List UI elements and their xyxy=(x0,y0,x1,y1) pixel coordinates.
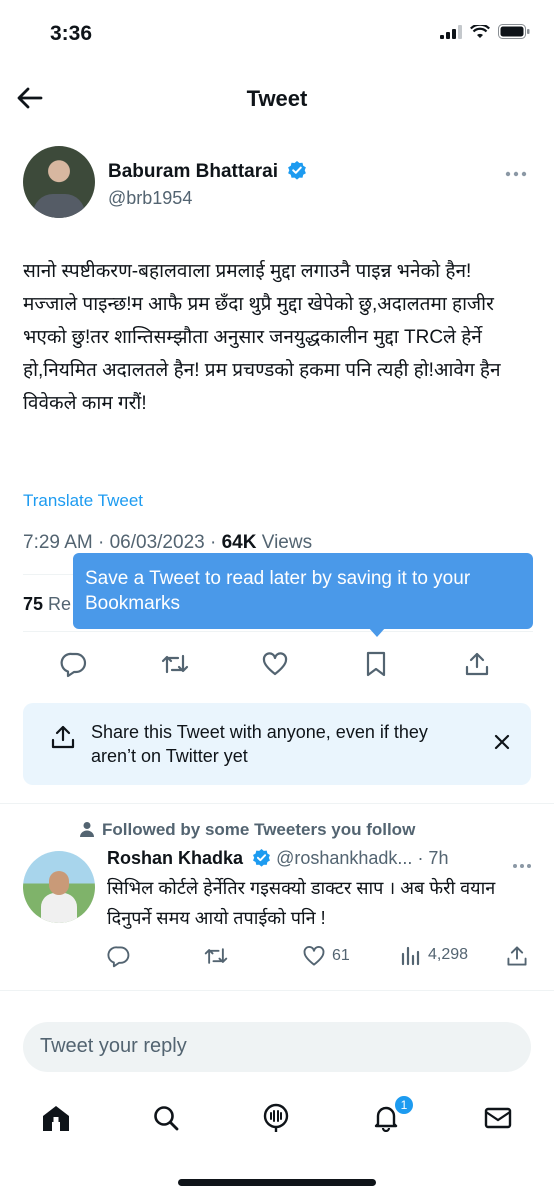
heart-icon xyxy=(262,652,288,676)
close-icon[interactable] xyxy=(493,733,511,751)
reply-header[interactable]: Roshan Khadka @roshankhadk... · 7h xyxy=(107,848,448,869)
reply-views-button[interactable]: 4,298 xyxy=(400,944,468,966)
share-button[interactable] xyxy=(459,646,495,682)
tweet-time: 7:29 AM xyxy=(23,532,93,553)
status-time: 3:36 xyxy=(50,22,93,45)
home-indicator xyxy=(178,1179,376,1186)
tooltip-arrow xyxy=(368,627,386,637)
bookmark-icon xyxy=(366,651,386,677)
status-bar: 3:36 xyxy=(0,0,554,70)
divider xyxy=(23,631,533,632)
views-label: Views xyxy=(261,532,313,553)
bookmark-tooltip[interactable]: Save a Tweet to read later by saving it … xyxy=(73,553,533,629)
mail-icon xyxy=(484,1107,512,1129)
bottom-tab-bar xyxy=(0,1092,554,1144)
tab-messages[interactable] xyxy=(480,1100,516,1136)
tweet-stats-row[interactable]: 75 Re xyxy=(23,594,71,615)
reply-like-count: 61 xyxy=(332,947,350,964)
notifications-badge: 1 xyxy=(393,1094,415,1116)
divider xyxy=(0,990,554,991)
tooltip-text: Save a Tweet to read later by saving it … xyxy=(85,568,471,614)
page-title: Tweet xyxy=(246,86,308,111)
views-count: 64K xyxy=(221,532,257,553)
tab-spaces[interactable] xyxy=(258,1100,294,1136)
reply-input[interactable]: Tweet your reply xyxy=(40,1035,187,1058)
retweets-count[interactable]: 75 xyxy=(23,594,43,614)
reply-time: · 7h xyxy=(417,848,449,868)
tweet-date: 06/03/2023 xyxy=(109,532,205,553)
status-icons xyxy=(440,24,530,39)
top-header: Tweet xyxy=(0,70,554,128)
reply-views-count: 4,298 xyxy=(428,946,469,963)
divider xyxy=(0,803,554,804)
reply-more-button[interactable] xyxy=(512,856,532,874)
reply-icon xyxy=(60,652,87,678)
reply-share-button[interactable] xyxy=(505,944,529,968)
retweet-icon xyxy=(161,654,189,674)
more-dots-icon xyxy=(513,864,531,868)
home-icon xyxy=(43,1106,69,1131)
spaces-mic-icon xyxy=(263,1103,289,1132)
share-prompt-card[interactable]: Share this Tweet with anyone, even if th… xyxy=(23,703,531,785)
more-dots-icon xyxy=(505,171,527,177)
author-handle[interactable]: @brb1954 xyxy=(108,188,192,209)
social-context: Followed by some Tweeters you follow xyxy=(80,820,415,842)
verified-badge-icon xyxy=(288,161,307,180)
tweet-text: सानो स्पष्टीकरण-बहालवाला प्रमलाई मुद्दा … xyxy=(23,261,501,414)
author-name[interactable]: Baburam Bhattarai xyxy=(108,161,278,182)
share-prompt-text: Share this Tweet with anyone, even if th… xyxy=(91,722,428,766)
tweet-author: Baburam Bhattarai @brb1954 xyxy=(23,146,533,226)
like-button[interactable] xyxy=(257,646,293,682)
reply-reply-button[interactable] xyxy=(107,944,131,968)
reply-like-button[interactable]: 61 xyxy=(302,944,350,968)
heart-icon xyxy=(303,945,325,966)
more-options-button[interactable] xyxy=(505,164,527,177)
reply-actions: 61 4,298 xyxy=(107,944,527,974)
person-icon xyxy=(80,822,94,837)
cellular-signal-icon xyxy=(440,24,462,39)
author-name-row[interactable]: Baburam Bhattarai xyxy=(108,160,307,183)
share-icon xyxy=(507,946,527,966)
retweet-icon xyxy=(204,948,228,964)
share-icon xyxy=(465,652,489,676)
reply-icon xyxy=(107,946,130,968)
reply-button[interactable] xyxy=(56,646,92,682)
reply-text: सिभिल कोर्टले हेर्नेतिर गइसक्यो डाक्टर स… xyxy=(107,878,496,928)
tweet-timestamp-row: 7:29 AM · 06/03/2023 · 64K Views xyxy=(23,532,313,553)
search-icon xyxy=(154,1106,179,1131)
author-avatar[interactable] xyxy=(23,146,95,218)
share-icon xyxy=(51,725,75,749)
wifi-icon xyxy=(470,24,490,38)
social-context-text: Followed by some Tweeters you follow xyxy=(102,820,416,839)
reply-author-avatar[interactable] xyxy=(23,851,95,923)
reply-author-handle[interactable]: @roshankhadk... xyxy=(276,848,412,868)
retweets-label[interactable]: Re xyxy=(48,594,71,614)
translate-tweet-link[interactable]: Translate Tweet xyxy=(23,491,143,511)
tweet-actions xyxy=(0,646,554,682)
verified-badge-icon xyxy=(253,848,271,867)
reply-retweet-button[interactable] xyxy=(203,944,229,968)
reply-author-name[interactable]: Roshan Khadka xyxy=(107,848,243,868)
bookmark-button[interactable] xyxy=(358,646,394,682)
reply-composer[interactable]: Tweet your reply xyxy=(23,1022,531,1072)
views-chart-icon xyxy=(401,946,420,966)
tab-search[interactable] xyxy=(148,1100,184,1136)
retweet-button[interactable] xyxy=(157,646,193,682)
tab-home[interactable] xyxy=(38,1100,74,1136)
battery-icon xyxy=(498,24,530,39)
